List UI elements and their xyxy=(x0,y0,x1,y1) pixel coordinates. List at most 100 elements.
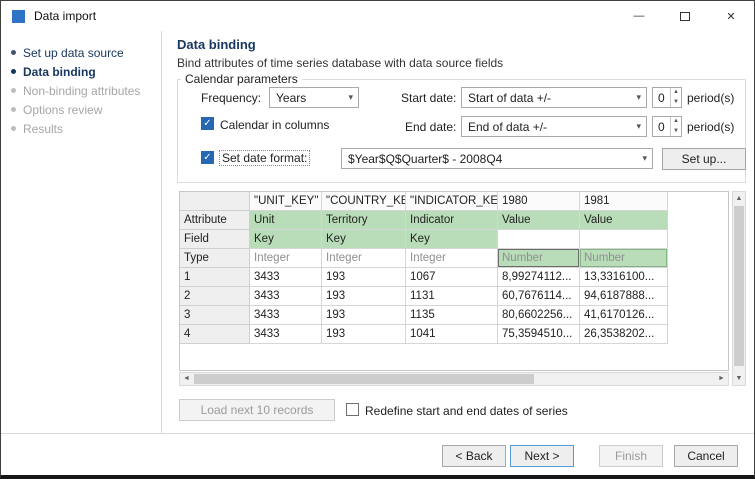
type-cell[interactable]: Number xyxy=(498,249,580,268)
attribute-cell[interactable]: Unit xyxy=(250,211,322,230)
start-periods-unit-label: period(s) xyxy=(687,91,734,105)
spinner-down-icon[interactable]: ▼ xyxy=(671,98,681,108)
maximize-icon xyxy=(680,12,690,21)
end-periods-unit-label: period(s) xyxy=(687,120,734,134)
finish-button: Finish xyxy=(599,445,663,467)
cancel-button[interactable]: Cancel xyxy=(674,445,738,467)
field-cell[interactable]: Key xyxy=(250,230,322,249)
type-cell[interactable]: Integer xyxy=(322,249,406,268)
step-label: Set up data source xyxy=(23,46,124,60)
start-periods-spinner[interactable]: 0 ▲ ▼ xyxy=(652,87,682,108)
chevron-down-icon: ▾ xyxy=(636,92,641,103)
date-format-value: $Year$Q$Quarter$ - 2008Q4 xyxy=(348,152,502,166)
horizontal-scrollbar-thumb[interactable] xyxy=(194,374,534,384)
scroll-up-icon[interactable]: ▲ xyxy=(733,192,745,205)
row-header: 1 xyxy=(180,268,250,287)
step-options-review[interactable]: Options review xyxy=(1,100,161,119)
frequency-value: Years xyxy=(276,91,306,105)
data-cell: 1135 xyxy=(406,306,498,325)
end-periods-value: 0 xyxy=(653,117,670,136)
maximize-button[interactable] xyxy=(662,1,708,31)
data-cell: 94,6187888... xyxy=(580,287,668,306)
end-periods-spinner[interactable]: 0 ▲ ▼ xyxy=(652,116,682,137)
titlebar: Data import — ✕ xyxy=(1,1,754,31)
data-cell: 75,3594510... xyxy=(498,325,580,344)
set-date-format-checkbox[interactable]: ✓ xyxy=(201,151,214,164)
scroll-right-icon[interactable]: ► xyxy=(715,373,728,385)
row-header: 2 xyxy=(180,287,250,306)
table-corner-cell xyxy=(180,192,250,211)
close-button[interactable]: ✕ xyxy=(708,1,754,31)
step-data-binding[interactable]: Data binding xyxy=(1,62,161,81)
frequency-select[interactable]: Years ▾ xyxy=(269,87,359,108)
step-bullet-icon xyxy=(11,107,16,112)
data-cell: 193 xyxy=(322,306,406,325)
data-cell: 3433 xyxy=(250,287,322,306)
horizontal-scrollbar[interactable]: ◄ ► xyxy=(179,372,729,386)
attribute-cell[interactable]: Value xyxy=(498,211,580,230)
data-cell: 3433 xyxy=(250,268,322,287)
start-date-select[interactable]: Start of data +/- ▾ xyxy=(461,87,647,108)
step-bullet-icon xyxy=(11,50,16,55)
attribute-cell[interactable]: Indicator xyxy=(406,211,498,230)
step-label: Options review xyxy=(23,103,102,117)
minimize-button[interactable]: — xyxy=(616,1,662,31)
spinner-down-icon[interactable]: ▼ xyxy=(671,127,681,137)
step-bullet-icon xyxy=(11,126,16,131)
end-date-select[interactable]: End of data +/- ▾ xyxy=(461,116,647,137)
data-cell: 8,99274112... xyxy=(498,268,580,287)
preview-table: "UNIT_KEY" "COUNTRY_KEY" "INDICATOR_KEY"… xyxy=(180,192,668,344)
type-cell[interactable]: Integer xyxy=(406,249,498,268)
field-cell[interactable] xyxy=(498,230,580,249)
start-date-value: Start of data +/- xyxy=(468,91,551,105)
close-icon: ✕ xyxy=(726,10,735,23)
step-non-binding-attributes[interactable]: Non-binding attributes xyxy=(1,81,161,100)
step-results[interactable]: Results xyxy=(1,119,161,138)
spinner-up-icon[interactable]: ▲ xyxy=(671,88,681,98)
start-date-label: Start date: xyxy=(401,91,456,105)
data-cell: 13,3316100... xyxy=(580,268,668,287)
type-cell[interactable]: Integer xyxy=(250,249,322,268)
set-up-button[interactable]: Set up... xyxy=(662,148,746,170)
next-button[interactable]: Next > xyxy=(510,445,574,467)
frequency-label: Frequency: xyxy=(201,91,261,105)
type-cell[interactable]: Number xyxy=(580,249,668,268)
scroll-left-icon[interactable]: ◄ xyxy=(180,373,193,385)
scroll-down-icon[interactable]: ▼ xyxy=(733,372,745,385)
app-icon xyxy=(12,10,25,23)
end-date-value: End of data +/- xyxy=(468,120,547,134)
redefine-dates-label: Redefine start and end dates of series xyxy=(365,404,568,418)
chevron-down-icon: ▾ xyxy=(348,92,353,103)
data-cell: 60,7676114... xyxy=(498,287,580,306)
calendar-in-columns-checkbox[interactable]: ✓ xyxy=(201,117,214,130)
window-title: Data import xyxy=(34,9,96,23)
check-icon: ✓ xyxy=(203,152,211,163)
calendar-parameters-label: Calendar parameters xyxy=(181,72,302,86)
data-cell: 1067 xyxy=(406,268,498,287)
attribute-cell[interactable]: Value xyxy=(580,211,668,230)
row-header: Field xyxy=(180,230,250,249)
step-set-up-data-source[interactable]: Set up data source xyxy=(1,43,161,62)
column-header: 1981 xyxy=(580,192,668,211)
field-cell[interactable]: Key xyxy=(322,230,406,249)
field-cell[interactable] xyxy=(580,230,668,249)
row-header: 3 xyxy=(180,306,250,325)
start-periods-value: 0 xyxy=(653,88,670,107)
field-cell[interactable]: Key xyxy=(406,230,498,249)
step-bullet-icon xyxy=(11,88,16,93)
footer: < Back Next > Finish Cancel xyxy=(1,433,754,475)
vertical-scrollbar[interactable]: ▲ ▼ xyxy=(732,191,746,386)
row-header: Attribute xyxy=(180,211,250,230)
chevron-down-icon: ▾ xyxy=(636,121,641,132)
spinner-up-icon[interactable]: ▲ xyxy=(671,117,681,127)
back-button[interactable]: < Back xyxy=(442,445,506,467)
vertical-scrollbar-thumb[interactable] xyxy=(734,206,744,366)
date-format-select[interactable]: $Year$Q$Quarter$ - 2008Q4 ▾ xyxy=(341,148,653,169)
redefine-dates-checkbox[interactable] xyxy=(346,403,359,416)
column-header: "UNIT_KEY" xyxy=(250,192,322,211)
step-label: Non-binding attributes xyxy=(23,84,140,98)
attribute-cell[interactable]: Territory xyxy=(322,211,406,230)
check-icon: ✓ xyxy=(203,118,211,129)
data-cell: 193 xyxy=(322,287,406,306)
wizard-steps: Set up data source Data binding Non-bind… xyxy=(1,31,162,433)
